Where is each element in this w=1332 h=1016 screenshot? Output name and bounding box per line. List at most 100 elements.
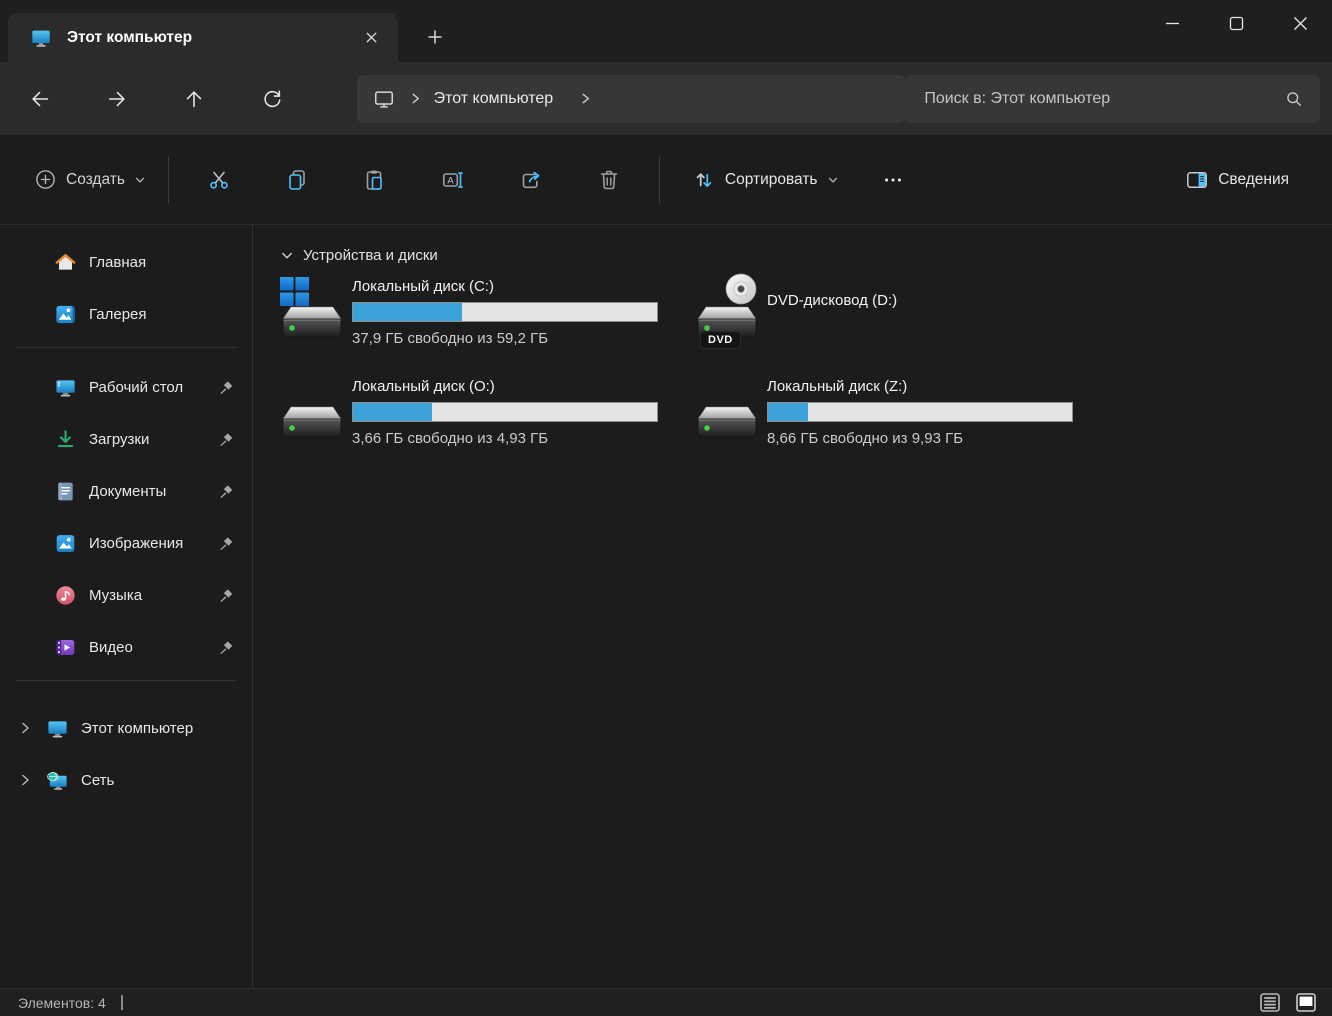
tab-this-pc[interactable]: Этот компьютер [8,13,398,62]
sidebar-item-home[interactable]: Главная [0,243,246,281]
create-label: Создать [66,171,125,189]
dvd-drive-icon: DVD [695,280,759,342]
create-button[interactable]: Создать [24,156,156,204]
drive-tile-d[interactable]: DVD DVD-дисковод (D:) [695,276,1105,376]
command-bar: Создать A Сортировать [0,135,1332,225]
chevron-down-icon[interactable] [280,249,294,263]
hard-drive-icon [695,380,759,442]
tab-close-icon[interactable] [356,23,386,53]
monitor-outline-icon [373,88,395,110]
cut-button[interactable] [191,156,247,204]
sidebar-item-label: Изображения [89,535,183,552]
sidebar-item-label: Сеть [81,772,114,789]
hard-drive-icon [280,380,344,442]
sidebar-divider [16,347,236,348]
sidebar-divider [16,680,236,681]
home-icon [54,251,77,274]
sidebar-item-videos[interactable]: Видео [0,628,246,666]
drive-tile-o[interactable]: Локальный диск (O:) 3,66 ГБ свободно из … [280,376,690,476]
sidebar-item-documents[interactable]: Документы [0,472,246,510]
sidebar-item-gallery[interactable]: Галерея [0,295,246,333]
search-input[interactable] [924,90,1284,108]
sidebar-item-network[interactable]: Сеть [0,761,246,799]
items-count: Элементов: 4 [18,995,106,1011]
details-view-toggle-icon[interactable] [1258,992,1282,1013]
minimize-button[interactable] [1140,0,1204,46]
drive-usage-bar [767,402,1073,422]
group-header-devices[interactable]: Устройства и диски [280,247,1332,264]
chevron-expand-icon[interactable] [18,773,32,787]
back-button[interactable] [18,77,61,121]
drive-name: Локальный диск (O:) [352,378,658,395]
sidebar-item-label: Галерея [89,306,147,323]
sidebar-item-label: Загрузки [89,431,149,448]
copy-button[interactable] [269,156,325,204]
maximize-button[interactable] [1204,0,1268,46]
search-icon[interactable] [1284,89,1304,109]
new-tab-button[interactable] [416,20,454,54]
computer-icon [46,717,69,740]
breadcrumb-segment[interactable]: Этот компьютер [434,90,554,108]
sidebar-item-music[interactable]: Музыка [0,576,246,614]
sidebar-item-label: Главная [89,254,146,271]
chevron-right-icon[interactable] [579,92,592,105]
drive-name: Локальный диск (C:) [352,278,658,295]
details-label: Сведения [1218,171,1289,189]
downloads-icon [54,428,77,451]
search-box [905,75,1320,123]
drive-free-space: 8,66 ГБ свободно из 9,93 ГБ [767,430,1073,447]
drive-free-space: 3,66 ГБ свободно из 4,93 ГБ [352,430,658,447]
breadcrumb[interactable]: Этот компьютер [357,75,906,123]
thumbnail-view-toggle-icon[interactable] [1294,992,1318,1013]
details-pane-button[interactable]: Сведения [1175,156,1308,204]
sidebar-item-label: Музыка [89,587,142,604]
window-controls [1140,0,1332,46]
delete-button[interactable] [581,156,637,204]
documents-icon [54,480,77,503]
chevron-down-icon [134,174,146,186]
paste-button[interactable] [347,156,403,204]
forward-button[interactable] [95,77,138,121]
more-options-button[interactable] [867,156,919,204]
computer-icon [30,27,52,49]
details-pane-icon [1185,168,1209,192]
sidebar-item-pictures[interactable]: Изображения [0,524,246,562]
refresh-button[interactable] [250,77,293,121]
toolbar-divider [168,157,169,203]
rename-button[interactable]: A [425,156,481,204]
desktop-icon [54,376,77,399]
pictures-icon [54,532,77,555]
pin-icon [219,380,234,395]
navigation-pane: Главная Галерея Рабочий стол [0,225,253,988]
status-bar: Элементов: 4 [0,988,1332,1016]
sidebar-item-label: Этот компьютер [81,720,193,737]
pin-icon [219,640,234,655]
drive-name: DVD-дисковод (D:) [767,292,897,309]
plus-circle-icon [34,168,57,191]
drive-tile-c[interactable]: Локальный диск (C:) 37,9 ГБ свободно из … [280,276,690,376]
up-button[interactable] [173,77,216,121]
toolbar-divider [659,157,660,203]
drive-usage-bar [352,402,658,422]
drive-tile-z[interactable]: Локальный диск (Z:) 8,66 ГБ свободно из … [695,376,1105,476]
drive-free-space: 37,9 ГБ свободно из 59,2 ГБ [352,330,658,347]
sidebar-item-this-pc[interactable]: Этот компьютер [0,709,246,747]
drive-name: Локальный диск (Z:) [767,378,1073,395]
sidebar-item-downloads[interactable]: Загрузки [0,420,246,458]
chevron-right-icon[interactable] [409,92,422,105]
chevron-down-icon [827,174,839,186]
sidebar-item-label: Видео [89,639,133,656]
dvd-badge: DVD [700,331,741,349]
status-separator [121,995,123,1010]
drive-grid: Локальный диск (C:) 37,9 ГБ свободно из … [280,276,1332,476]
navigation-bar: Этот компьютер [0,62,1332,135]
chevron-expand-icon[interactable] [18,721,32,735]
music-icon [54,584,77,607]
svg-text:A: A [447,175,454,186]
sort-button[interactable]: Сортировать [682,156,849,204]
sidebar-item-label: Документы [89,483,166,500]
close-button[interactable] [1268,0,1332,46]
share-button[interactable] [503,156,559,204]
sidebar-item-desktop[interactable]: Рабочий стол [0,368,246,406]
tab-title: Этот компьютер [67,29,356,47]
